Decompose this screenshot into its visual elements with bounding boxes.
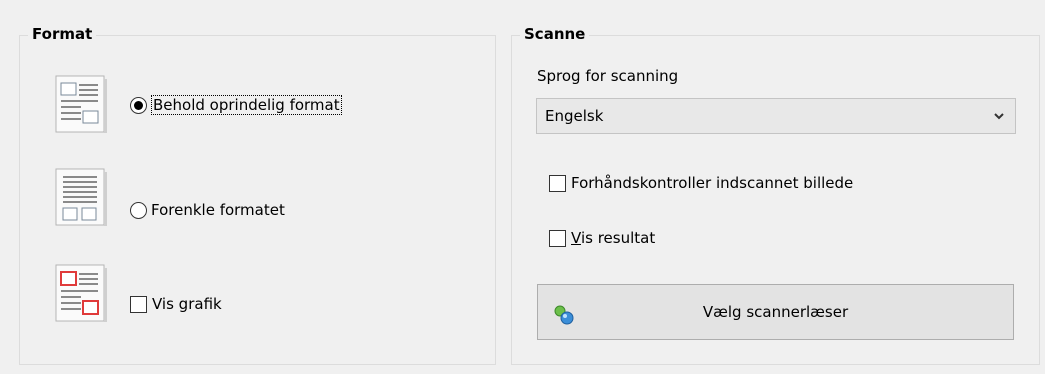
scan-legend: Scanne	[520, 25, 590, 43]
keep-format-option[interactable]: Behold oprindelig format	[130, 95, 342, 115]
show-result-checkbox[interactable]	[549, 229, 566, 247]
choose-scanner-button[interactable]: Vælg scannerlæser	[537, 284, 1014, 340]
preview-scan-option[interactable]: Forhåndskontroller indscannet billede	[549, 174, 853, 192]
format-graphics-icon	[55, 264, 107, 322]
show-result-option[interactable]: Vis resultat	[549, 229, 655, 247]
show-graphics-checkbox[interactable]	[130, 295, 147, 313]
scan-language-dropdown[interactable]: Engelsk	[536, 98, 1016, 134]
format-legend: Format	[28, 25, 97, 43]
choose-scanner-label: Vælg scannerlæser	[702, 303, 849, 321]
show-graphics-label: Vis grafik	[152, 295, 222, 313]
show-result-label: Vis resultat	[571, 229, 656, 247]
scan-language-label: Sprog for scanning	[537, 67, 679, 85]
format-simplify-icon	[55, 168, 107, 226]
preview-scan-checkbox[interactable]	[549, 174, 566, 192]
chevron-down-icon	[994, 113, 1004, 120]
simplify-format-option[interactable]: Forenkle formatet	[130, 201, 285, 219]
simplify-format-label: Forenkle formatet	[151, 201, 285, 219]
format-keep-icon	[55, 75, 107, 133]
simplify-format-radio[interactable]	[130, 201, 147, 219]
preview-scan-label: Forhåndskontroller indscannet billede	[571, 174, 854, 192]
keep-format-radio[interactable]	[130, 96, 147, 114]
keep-format-label: Behold oprindelig format	[151, 95, 342, 115]
scanner-icon	[554, 305, 574, 325]
scan-language-value: Engelsk	[545, 107, 604, 125]
show-graphics-option[interactable]: Vis grafik	[130, 295, 222, 313]
